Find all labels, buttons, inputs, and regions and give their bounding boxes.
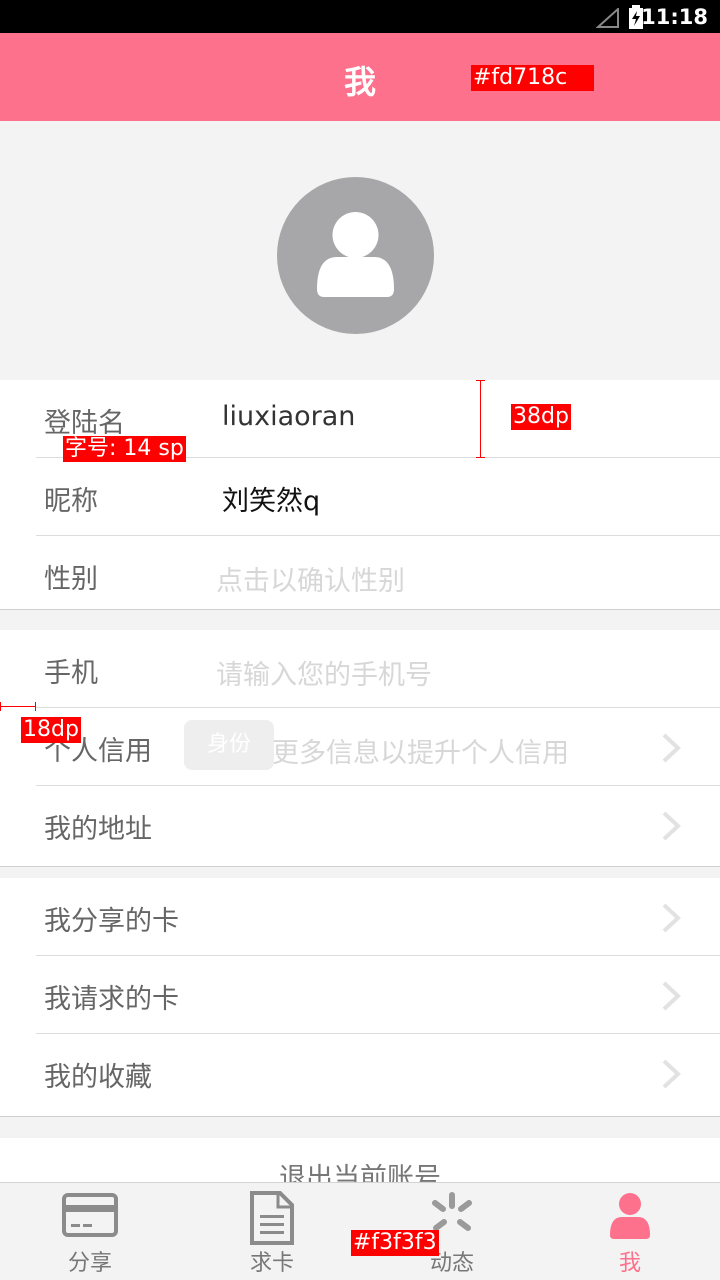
user-icon	[317, 212, 394, 297]
cards-group: 我分享的卡 我请求的卡 我的收藏	[0, 878, 720, 1117]
tab-me-label: 我	[618, 1251, 641, 1276]
favorites-row[interactable]: 我的收藏	[0, 1034, 720, 1112]
contact-group: 手机 请输入您的手机号 个人信用 身份 更多信息以提升个人信用 我的地址 18d…	[0, 630, 720, 867]
nickname-label: 昵称	[44, 486, 98, 517]
user-icon	[610, 1193, 650, 1239]
tab-share-label: 分享	[67, 1251, 112, 1276]
status-bar: 11:18	[0, 0, 720, 33]
address-row[interactable]: 我的地址	[0, 786, 720, 864]
login-name-label: 登陆名	[44, 408, 125, 439]
phone-input[interactable]: 请输入您的手机号	[216, 653, 432, 692]
chevron-right-icon	[662, 811, 681, 841]
chevron-right-icon	[662, 903, 681, 933]
page-title: 我	[343, 63, 376, 101]
shared-cards-label: 我分享的卡	[44, 906, 179, 937]
tab-me[interactable]: 我	[540, 1183, 720, 1280]
annotation-row-height: 38dp	[511, 404, 571, 430]
annotation-header-color: #fd718c	[471, 65, 594, 91]
card-icon	[62, 1193, 118, 1237]
tab-share[interactable]: 分享	[0, 1183, 180, 1280]
measure-tick	[0, 702, 1, 711]
favorites-label: 我的收藏	[44, 1062, 152, 1093]
measure-tick	[476, 457, 485, 458]
credit-row[interactable]: 个人信用 身份 更多信息以提升个人信用	[0, 708, 720, 786]
avatar-section	[0, 121, 720, 380]
measure-tick	[35, 702, 36, 711]
measure-line	[0, 706, 36, 707]
profile-group: 登陆名 liuxiaoran 昵称 刘笑然q 性别 点击以确认性别 字号: 14…	[0, 380, 720, 610]
signal-icon	[596, 8, 619, 28]
measure-tick	[476, 380, 485, 381]
tab-request-card-label: 求卡	[249, 1251, 294, 1276]
gender-row[interactable]: 性别 点击以确认性别	[0, 536, 720, 614]
measure-line	[480, 380, 481, 458]
address-label: 我的地址	[44, 814, 152, 845]
document-icon	[250, 1191, 294, 1245]
tab-request-card[interactable]: 求卡	[182, 1183, 362, 1280]
app-bar: 我 #fd718c	[0, 33, 720, 121]
gender-label: 性别	[44, 564, 98, 595]
chevron-right-icon	[662, 733, 681, 763]
annotation-font-size: 字号: 14 sp	[63, 436, 186, 462]
login-name-value: liuxiaoran	[222, 401, 356, 432]
phone-row[interactable]: 手机 请输入您的手机号	[0, 630, 720, 708]
requested-cards-row[interactable]: 我请求的卡	[0, 956, 720, 1034]
shared-cards-row[interactable]: 我分享的卡	[0, 878, 720, 956]
annotation-tab-bg: #f3f3f3	[351, 1230, 439, 1256]
phone-label: 手机	[44, 658, 98, 689]
bottom-tab-bar: 分享 求卡 动态 我 #f3f3f3	[0, 1182, 720, 1280]
nickname-value[interactable]: 刘笑然q	[222, 479, 320, 518]
requested-cards-label: 我请求的卡	[44, 984, 179, 1015]
gender-placeholder[interactable]: 点击以确认性别	[216, 559, 405, 598]
chevron-right-icon	[662, 981, 681, 1011]
credit-hint: 更多信息以提升个人信用	[272, 738, 569, 769]
annotation-left-margin: 18dp	[21, 717, 81, 743]
avatar[interactable]	[277, 177, 434, 334]
identity-chip[interactable]: 身份	[184, 720, 274, 770]
nickname-row[interactable]: 昵称 刘笑然q	[0, 458, 720, 536]
chevron-right-icon	[662, 1059, 681, 1089]
status-time: 11:18	[641, 5, 708, 29]
